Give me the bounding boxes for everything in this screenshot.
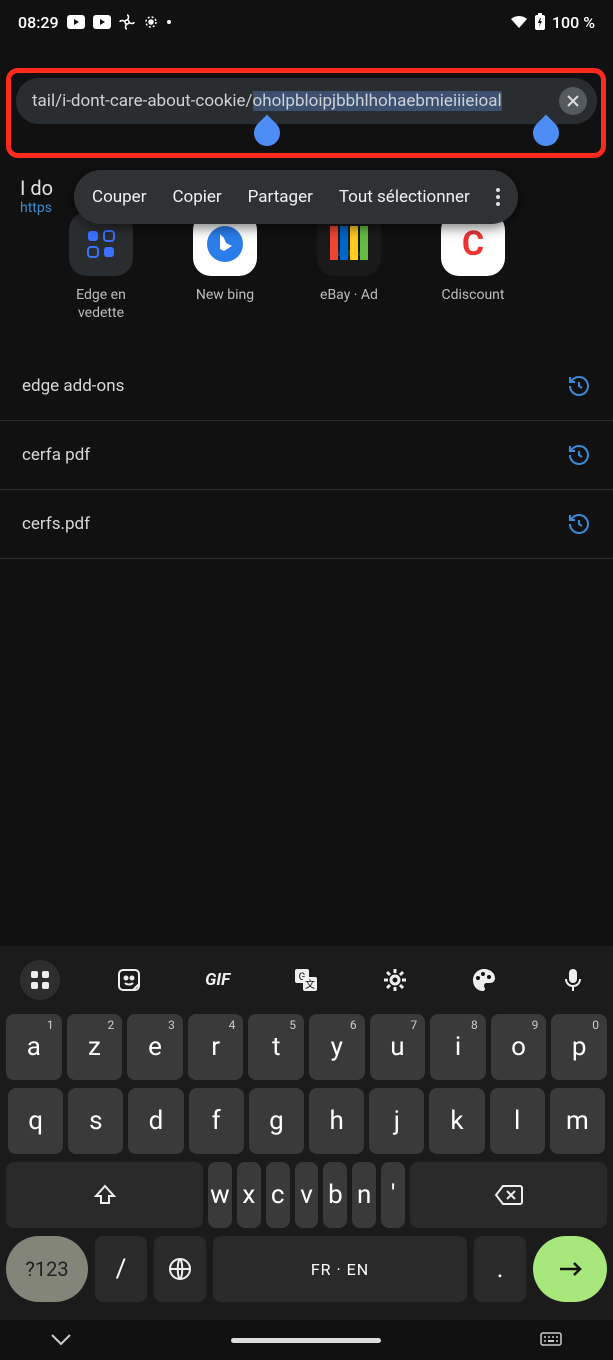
battery-percent: 100 %	[552, 13, 595, 32]
status-bar: 08:29 100 %	[0, 0, 613, 44]
kb-voice-button[interactable]	[553, 960, 593, 1000]
status-dot	[167, 20, 171, 24]
tile-ebay[interactable]: eBay · Ad	[304, 212, 394, 322]
key-l[interactable]: l	[490, 1088, 545, 1154]
nav-home-pill[interactable]	[231, 1338, 381, 1343]
recent-item[interactable]: cerfa pdf	[0, 421, 613, 490]
cut-button[interactable]: Couper	[92, 187, 146, 207]
fan-icon	[119, 14, 135, 30]
key-p[interactable]: p0	[551, 1014, 607, 1080]
recent-item[interactable]: edge add-ons	[0, 352, 613, 421]
key-i[interactable]: i8	[430, 1014, 486, 1080]
status-time: 08:29	[18, 13, 59, 32]
history-icon	[567, 443, 591, 467]
kb-sticker-button[interactable]	[109, 960, 149, 1000]
key-o[interactable]: o9	[491, 1014, 547, 1080]
keyboard: GIF G文 a1z2e3r4t5y6u7i8o9p0 qsdfghjklm w…	[0, 946, 613, 1320]
recent-item[interactable]: cerfs.pdf	[0, 490, 613, 559]
tile-label: New bing	[196, 286, 254, 304]
tile-cdiscount[interactable]: C Cdiscount	[428, 212, 518, 322]
close-icon	[566, 94, 580, 108]
key-j[interactable]: j	[369, 1088, 424, 1154]
tile-edge-featured[interactable]: Edge en vedette	[56, 212, 146, 322]
key-e[interactable]: e3	[127, 1014, 183, 1080]
key-r[interactable]: r4	[188, 1014, 244, 1080]
address-bar[interactable]: tail/i-dont-care-about-cookie/oholpbloip…	[16, 78, 597, 124]
key-m[interactable]: m	[550, 1088, 605, 1154]
key-space[interactable]: FR · EN	[213, 1236, 467, 1302]
suggestion-url: https	[20, 200, 53, 216]
key-v[interactable]: v	[295, 1162, 319, 1228]
recent-searches: edge add-ons cerfa pdf cerfs.pdf	[0, 352, 613, 559]
key-a[interactable]: a1	[6, 1014, 62, 1080]
more-options-button[interactable]	[496, 188, 500, 206]
share-button[interactable]: Partager	[248, 187, 313, 207]
nav-collapse-icon[interactable]	[50, 1333, 72, 1347]
tile-label: Cdiscount	[442, 286, 505, 304]
tile-label: Edge en vedette	[56, 286, 146, 322]
history-icon	[567, 374, 591, 398]
key-slash[interactable]: /	[95, 1236, 147, 1302]
svg-text:文: 文	[305, 978, 315, 991]
clear-address-button[interactable]	[559, 87, 587, 115]
key-symbols[interactable]: ?123	[6, 1236, 88, 1302]
youtube-icon	[93, 15, 111, 29]
system-navbar	[0, 1320, 613, 1360]
address-text[interactable]: tail/i-dont-care-about-cookie/oholpbloip…	[32, 91, 553, 111]
kb-translate-button[interactable]: G文	[286, 960, 326, 1000]
tile-label: eBay · Ad	[320, 286, 378, 304]
key-c[interactable]: c	[266, 1162, 290, 1228]
history-icon	[567, 512, 591, 536]
key-apostrophe[interactable]: '	[381, 1162, 405, 1228]
key-x[interactable]: x	[237, 1162, 261, 1228]
battery-icon	[534, 13, 546, 31]
youtube-icon	[67, 15, 85, 29]
kb-settings-button[interactable]	[375, 960, 415, 1000]
target-icon	[143, 14, 159, 30]
key-enter[interactable]	[533, 1236, 607, 1302]
key-n[interactable]: n	[352, 1162, 376, 1228]
key-dot[interactable]: .	[474, 1236, 526, 1302]
keyboard-toolbar: GIF G文	[6, 954, 607, 1014]
key-w[interactable]: w	[208, 1162, 232, 1228]
key-h[interactable]: h	[309, 1088, 364, 1154]
key-backspace[interactable]	[410, 1162, 607, 1228]
wifi-icon	[510, 15, 528, 29]
text-context-menu: Couper Copier Partager Tout sélectionner	[74, 170, 518, 224]
key-language[interactable]	[154, 1236, 206, 1302]
key-u[interactable]: u7	[370, 1014, 426, 1080]
key-q[interactable]: q	[8, 1088, 63, 1154]
recent-text: cerfa pdf	[22, 445, 90, 465]
kb-gif-button[interactable]: GIF	[198, 960, 238, 1000]
key-f[interactable]: f	[189, 1088, 244, 1154]
address-selection: oholpbloipjbbhlhohaebmieiiieioal	[253, 91, 502, 111]
tile-new-bing[interactable]: New bing	[180, 212, 270, 322]
kb-apps-button[interactable]	[20, 960, 60, 1000]
key-z[interactable]: z2	[67, 1014, 123, 1080]
select-all-button[interactable]: Tout sélectionner	[339, 187, 470, 207]
kb-theme-button[interactable]	[464, 960, 504, 1000]
nav-keyboard-switch-icon[interactable]	[539, 1331, 563, 1349]
key-g[interactable]: g	[249, 1088, 304, 1154]
key-s[interactable]: s	[68, 1088, 123, 1154]
recent-text: edge add-ons	[22, 376, 124, 396]
recent-text: cerfs.pdf	[22, 514, 90, 534]
key-shift[interactable]	[6, 1162, 203, 1228]
key-k[interactable]: k	[429, 1088, 484, 1154]
key-d[interactable]: d	[128, 1088, 183, 1154]
address-prefix: tail/i-dont-care-about-cookie/	[32, 91, 253, 111]
suggestion-title: I do	[20, 176, 53, 200]
copy-button[interactable]: Copier	[172, 187, 221, 207]
key-t[interactable]: t5	[248, 1014, 304, 1080]
suggestion-peek: I do https	[20, 176, 53, 216]
key-b[interactable]: b	[323, 1162, 347, 1228]
key-y[interactable]: y6	[309, 1014, 365, 1080]
